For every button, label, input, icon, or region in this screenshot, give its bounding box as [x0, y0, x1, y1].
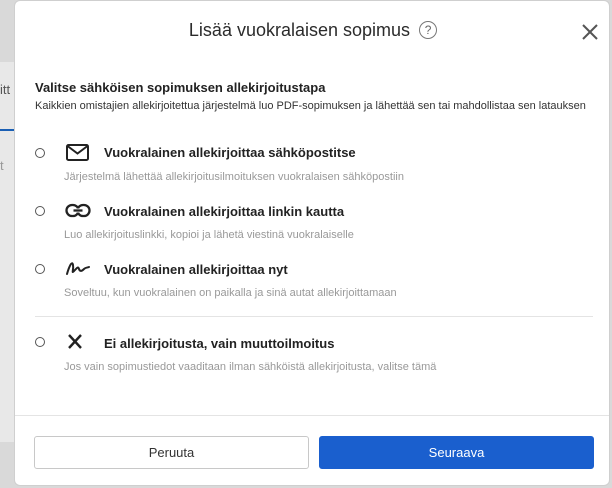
close-icon — [582, 24, 598, 40]
radio-no-signature[interactable] — [35, 337, 45, 347]
section-description: Kaikkien omistajien allekirjoitettua jär… — [35, 100, 586, 112]
option-description: Järjestelmä lähettää allekirjoitusilmoit… — [64, 171, 404, 183]
background-panel — [0, 62, 14, 442]
option-description: Soveltuu, kun vuokralainen on paikalla j… — [64, 287, 397, 299]
option-label: Vuokralainen allekirjoittaa linkin kautt… — [104, 204, 345, 219]
x-mark-icon — [68, 334, 82, 349]
option-label: Vuokralainen allekirjoittaa nyt — [104, 262, 288, 277]
option-label: Vuokralainen allekirjoittaa sähköpostits… — [104, 145, 356, 160]
cancel-button[interactable]: Peruuta — [34, 436, 309, 469]
option-description: Luo allekirjoituslinkki, kopioi ja lähet… — [64, 229, 354, 241]
background-tab[interactable]: itt — [0, 82, 14, 97]
dialog-title: Lisää vuokralaisen sopimus ? — [15, 20, 609, 41]
next-button[interactable]: Seuraava — [319, 436, 594, 469]
help-icon[interactable]: ? — [419, 21, 438, 39]
add-tenant-agreement-dialog: Lisää vuokralaisen sopimus ? Valitse säh… — [14, 0, 610, 486]
radio-sign-by-link[interactable] — [35, 206, 45, 216]
radio-sign-now[interactable] — [35, 264, 45, 274]
link-icon — [65, 203, 91, 218]
option-sign-by-link[interactable]: Vuokralainen allekirjoittaa linkin kautt… — [15, 200, 609, 250]
option-description: Jos vain sopimustiedot vaaditaan ilman s… — [64, 361, 437, 373]
radio-sign-by-email[interactable] — [35, 148, 45, 158]
close-button[interactable] — [579, 21, 601, 43]
options-divider — [35, 316, 593, 317]
dialog-header: Lisää vuokralaisen sopimus ? — [15, 1, 609, 63]
envelope-icon — [66, 144, 89, 161]
signature-icon — [66, 262, 90, 275]
background-tab-underline — [0, 129, 14, 131]
option-sign-now[interactable]: Vuokralainen allekirjoittaa nyt Soveltuu… — [15, 258, 609, 308]
background-tab-2[interactable]: t — [0, 158, 14, 173]
footer-divider — [15, 415, 609, 416]
option-label: Ei allekirjoitusta, vain muuttoilmoitus — [104, 336, 335, 351]
section-title: Valitse sähköisen sopimuksen allekirjoit… — [35, 80, 326, 95]
option-no-signature[interactable]: Ei allekirjoitusta, vain muuttoilmoitus … — [15, 332, 609, 382]
dialog-title-text: Lisää vuokralaisen sopimus — [188, 20, 411, 40]
option-sign-by-email[interactable]: Vuokralainen allekirjoittaa sähköpostits… — [15, 141, 609, 191]
